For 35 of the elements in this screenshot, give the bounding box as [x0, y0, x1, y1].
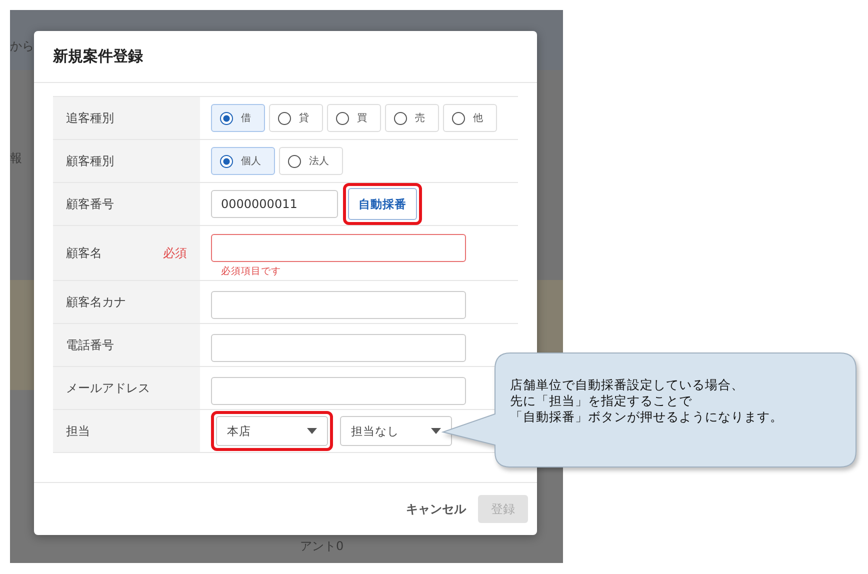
radio-option[interactable]: 個人 [211, 147, 275, 175]
background-text: 報 [10, 150, 22, 167]
cancel-button[interactable]: キャンセル [406, 500, 466, 518]
callout-text: 店舗単位で自動採番設定している場合、 [510, 377, 744, 393]
field-label: 顧客番号 [66, 196, 114, 212]
radio-option[interactable]: 他 [443, 104, 497, 132]
field-label: 追客種別 [66, 110, 114, 126]
radio-option[interactable]: 貸 [269, 104, 323, 132]
input-field[interactable] [211, 291, 466, 319]
background-text: アント0 [300, 538, 344, 555]
select-field[interactable]: 本店 [216, 416, 328, 446]
radio-option[interactable]: 法人 [279, 147, 343, 175]
auto-number-button[interactable]: 自動採番 [348, 188, 417, 220]
input-field[interactable] [211, 334, 466, 362]
radio-option[interactable]: 買 [327, 104, 381, 132]
field-label: 顧客名 [66, 244, 102, 262]
select-field[interactable]: 担当なし [340, 416, 452, 446]
input-field[interactable] [211, 234, 466, 262]
radio-option[interactable]: 売 [385, 104, 439, 132]
callout-text: 「自動採番」ボタンが押せるようになります。 [510, 409, 783, 425]
caret-icon [431, 428, 441, 434]
input-field[interactable]: 0000000011 [211, 190, 338, 218]
field-label: 顧客種別 [66, 152, 114, 170]
input-field[interactable] [211, 377, 466, 405]
background-text: から [10, 38, 34, 55]
dialog-title: 新規案件登録 [53, 47, 143, 66]
field-label: 担当 [66, 422, 90, 440]
field-label: 顧客名カナ [66, 294, 126, 310]
field-label: 電話番号 [66, 336, 114, 354]
error-message: 必須項目です [220, 265, 282, 278]
radio-option[interactable]: 借 [211, 104, 265, 132]
caret-icon [307, 428, 317, 434]
callout-text: 先に「担当」を指定することで [510, 393, 692, 409]
field-label: メールアドレス [66, 380, 150, 396]
required-label: 必須 [163, 244, 187, 262]
